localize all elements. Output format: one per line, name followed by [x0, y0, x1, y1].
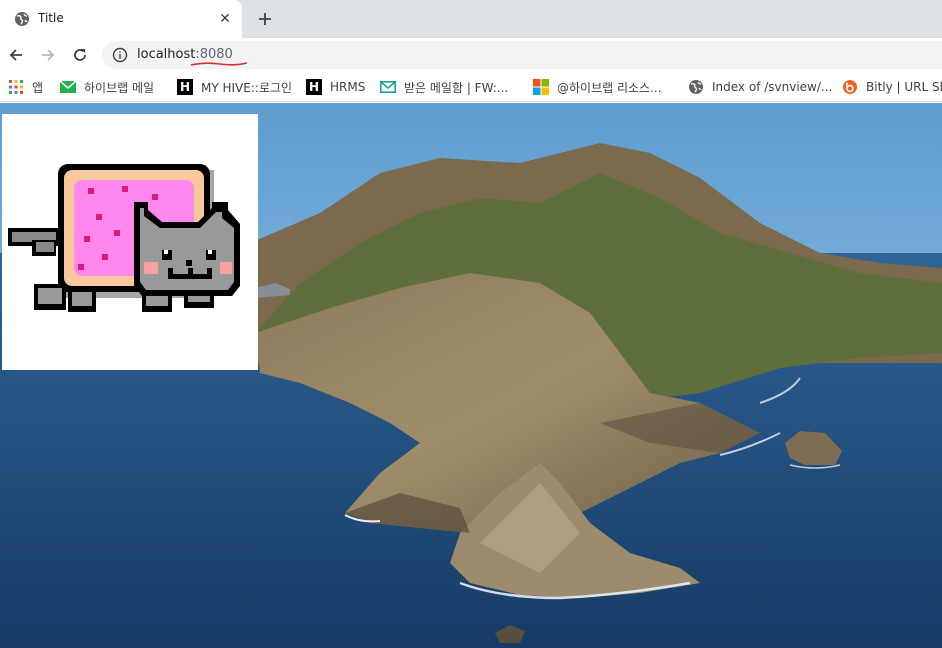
mail-teal-icon	[380, 79, 396, 95]
apps-grid-icon	[8, 79, 24, 95]
plus-icon	[259, 13, 271, 25]
bookmark-hivelab-mail[interactable]: 하이브랩 메일	[60, 72, 155, 101]
bookmark-label: MY HIVE::로그인	[201, 80, 293, 95]
red-underline-annotation	[190, 62, 248, 66]
globe-icon	[14, 11, 30, 27]
bookmarks-bar: 앱 하이브랩 메일 H MY HIVE::로그인 H HRMS 받은 메일함 |…	[0, 72, 942, 102]
bookmark-hrms[interactable]: H HRMS	[306, 72, 366, 101]
page-content	[0, 103, 942, 648]
reload-icon	[74, 49, 86, 61]
url-host: localhost	[137, 47, 196, 62]
bookmark-label: 받은 메일함 | FW:...	[404, 80, 509, 95]
microsoft-logo-icon	[533, 79, 549, 95]
nyan-cat-image	[2, 114, 258, 370]
bookmark-bitly[interactable]: Bitly | URL Sho	[842, 72, 942, 101]
new-tab-button[interactable]	[254, 8, 276, 30]
bookmark-label: 하이브랩 메일	[84, 80, 155, 95]
bookmark-label: Bitly | URL Sho	[866, 80, 942, 94]
info-icon[interactable]	[112, 47, 128, 63]
toolbar: localhost:8080	[0, 38, 942, 72]
bookmark-label: Index of /svnview/...	[712, 80, 833, 94]
bookmark-apps[interactable]: 앱	[8, 72, 44, 101]
bookmark-label: @하이브랩 리소스...	[557, 80, 662, 95]
tab-strip: Title ✕	[0, 0, 942, 38]
bitly-icon	[842, 79, 858, 95]
tab-active[interactable]: Title ✕	[0, 0, 242, 38]
nyan-cat-illustration	[8, 164, 240, 312]
mail-green-icon	[60, 79, 76, 95]
h-logo-icon: H	[177, 79, 193, 95]
forward-button[interactable]	[36, 43, 60, 67]
close-icon[interactable]: ✕	[216, 10, 234, 28]
reload-button[interactable]	[68, 43, 92, 67]
bookmark-svnview[interactable]: Index of /svnview/...	[688, 72, 833, 101]
bookmark-my-hive[interactable]: H MY HIVE::로그인	[177, 72, 293, 101]
bookmark-label: 앱	[32, 80, 44, 95]
back-button[interactable]	[4, 43, 28, 67]
globe-icon	[688, 79, 704, 95]
bookmark-hivelab-resource[interactable]: @하이브랩 리소스...	[533, 72, 662, 101]
back-arrow-icon	[9, 49, 22, 61]
forward-arrow-icon	[42, 49, 55, 61]
bookmark-label: HRMS	[330, 80, 366, 94]
bookmark-inbox[interactable]: 받은 메일함 | FW:...	[380, 72, 509, 101]
h-logo-icon: H	[306, 79, 322, 95]
tab-title: Title	[38, 11, 64, 25]
